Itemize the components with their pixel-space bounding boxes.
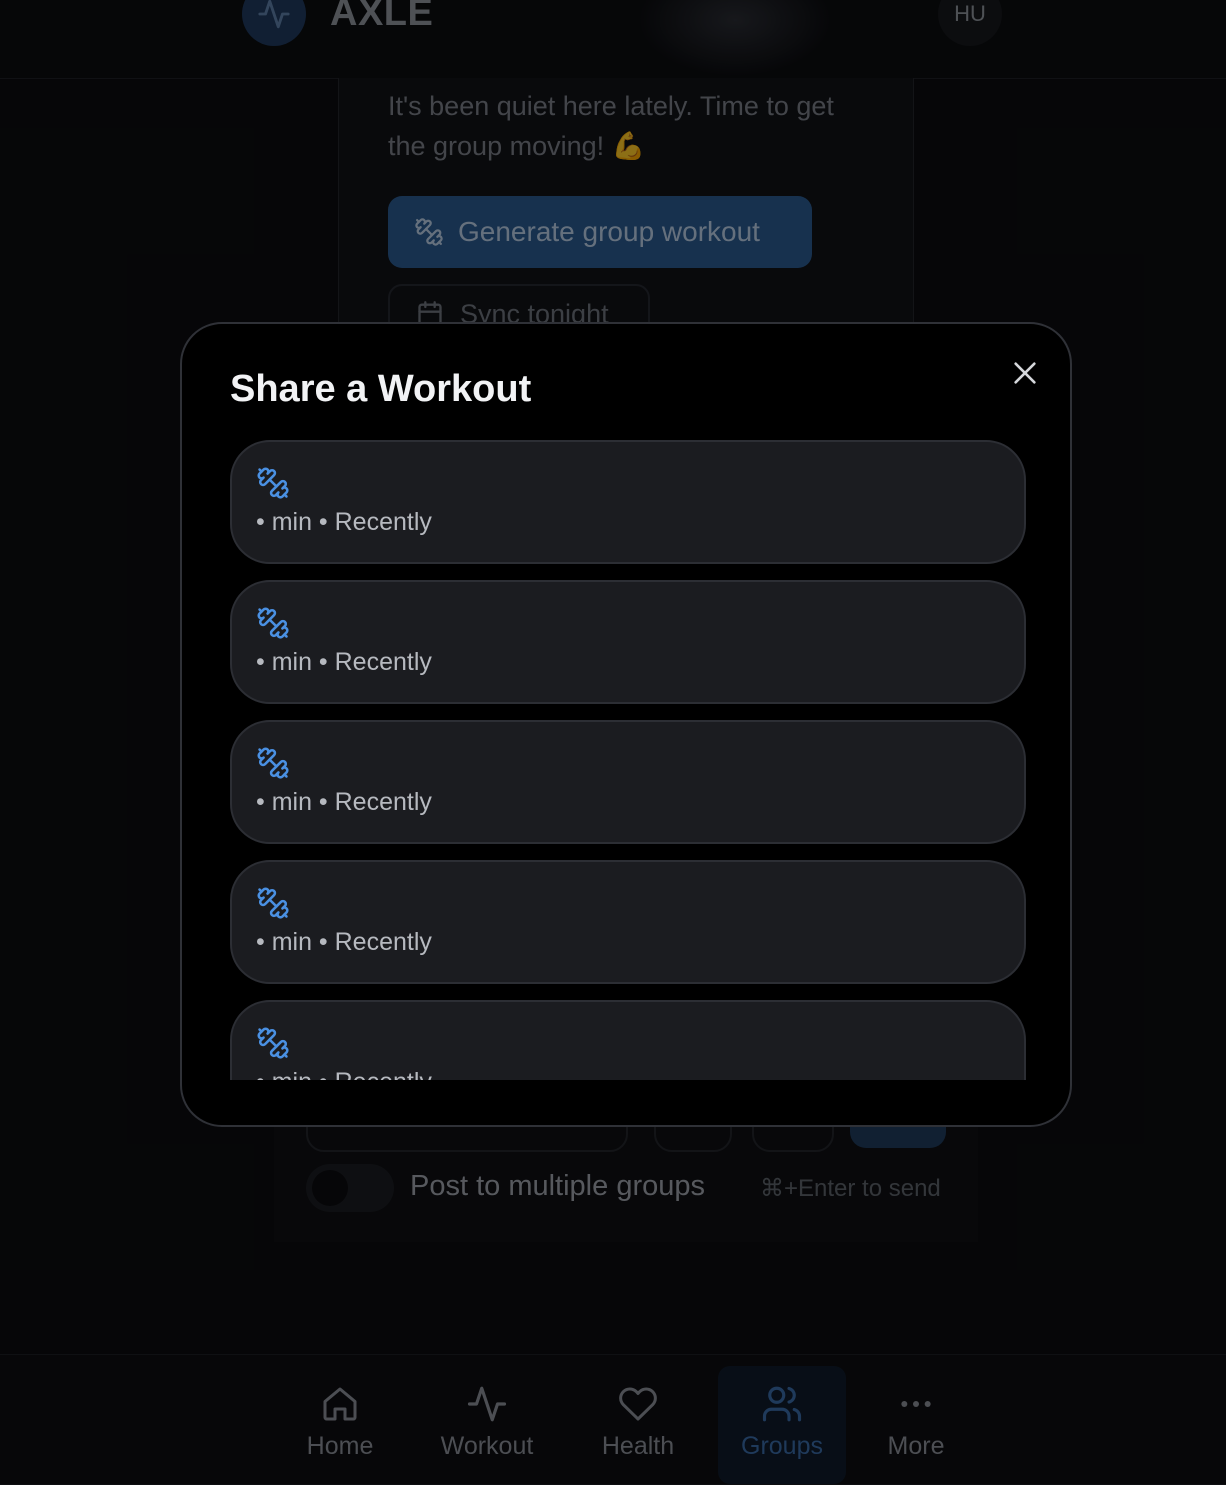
workout-item[interactable]: • min • Recently: [230, 580, 1026, 704]
dumbbell-icon: [257, 747, 289, 779]
workout-meta: • min • Recently: [256, 648, 432, 676]
dumbbell-icon: [257, 607, 289, 639]
workout-item[interactable]: • min • Recently: [230, 720, 1026, 844]
close-button[interactable]: [1008, 356, 1042, 390]
workout-meta: • min • Recently: [256, 928, 432, 956]
close-icon: [1014, 362, 1036, 384]
workout-item[interactable]: • min • Recently: [230, 1000, 1026, 1080]
workout-meta: • min • Recently: [256, 788, 432, 816]
workout-item[interactable]: • min • Recently: [230, 440, 1026, 564]
dumbbell-icon: [257, 887, 289, 919]
workout-meta: • min • Recently: [256, 508, 432, 536]
share-workout-modal: Share a Workout • min • Recently • min •…: [180, 322, 1072, 1127]
dumbbell-icon: [257, 1027, 289, 1059]
dumbbell-icon: [257, 467, 289, 499]
workout-meta: • min • Recently: [256, 1068, 432, 1080]
workout-list[interactable]: • min • Recently • min • Recently • min …: [230, 440, 1026, 1080]
workout-item[interactable]: • min • Recently: [230, 860, 1026, 984]
modal-title: Share a Workout: [230, 368, 532, 410]
